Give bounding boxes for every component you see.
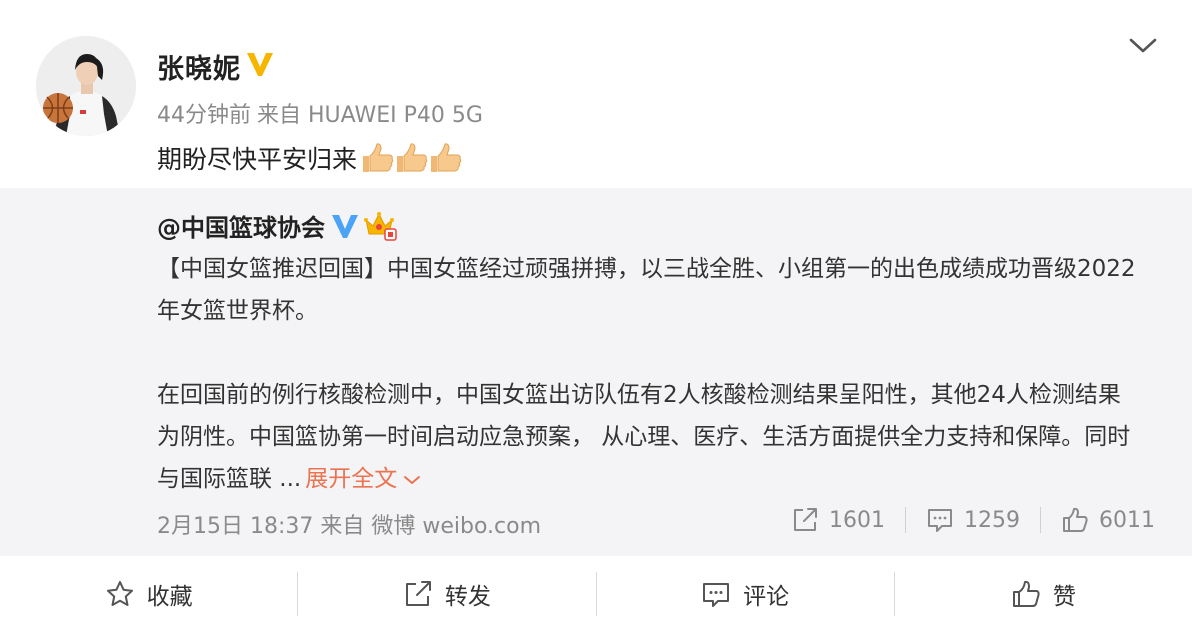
post-meta: 44分钟前 来自 HUAWEI P40 5G [157,97,489,129]
post-text-content: 期盼尽快平安归来 [157,145,358,174]
retweet-author-name[interactable]: @中国篮球协会 [157,208,325,243]
retweet-body: 【中国女篮推迟回国】中国女篮经过顽强拼搏，以三战全胜、小组第一的出色成绩成功晋级… [157,248,1142,500]
retweet-stats: 1601 1259 6011 [791,506,1155,534]
retweet-repost-count[interactable]: 1601 [791,506,885,534]
like-icon [1063,507,1088,532]
retweet-like-count[interactable]: 6011 [1061,506,1155,534]
like-label: 赞 [1052,584,1076,610]
retweet-author: @中国篮球协会 [157,208,397,243]
expand-label: 展开全文 [305,466,398,492]
like-button[interactable]: 赞 [895,556,1192,632]
retweet-card[interactable]: @中国篮球协会 【中国女篮推迟回国】中国女篮经过顽强拼搏，以三战全胜、小组第一的… [0,188,1192,556]
chevron-down-icon [404,475,421,484]
avatar[interactable] [36,36,136,136]
divider [1040,507,1041,533]
comment-count: 1259 [964,507,1020,533]
action-bar: 收藏 转发 评论 赞 [0,556,1192,632]
like-count: 6011 [1099,507,1155,533]
thumbs-up-emoji [431,143,462,172]
repost-icon [794,508,817,531]
thumbs-up-emoji [363,143,394,172]
retweet-paragraph: 在回国前的例行核酸检测中，中国女篮出访队伍有2人核酸检测结果呈阳性，其他24人检… [157,374,1142,500]
expand-full-text-link[interactable]: 展开全文 [305,466,421,492]
comment-icon [928,509,952,532]
post-time: 44分钟前 [157,103,251,128]
repost-label: 转发 [444,584,491,610]
thumbs-up-emoji [397,143,428,172]
comment-icon [703,583,730,607]
post-author-name[interactable]: 张晓妮 [157,47,241,86]
divider [905,507,906,533]
post-text: 期盼尽快平安归来 [157,140,462,176]
repost-icon [405,581,431,606]
retweet-paragraph-text: 在回国前的例行核酸检测中，中国女篮出访队伍有2人核酸检测结果呈阳性，其他24人检… [157,382,1131,492]
retweet-comment-count[interactable]: 1259 [926,506,1020,534]
retweet-paragraph: 【中国女篮推迟回国】中国女篮经过顽强拼搏，以三战全胜、小组第一的出色成绩成功晋级… [157,256,1136,324]
retweet-footer: 2月15日 18:37 来自 微博 weibo.com 1601 1259 60… [157,506,1157,540]
repost-button[interactable]: 转发 [298,556,595,632]
like-icon [1012,580,1040,607]
star-icon [106,581,133,606]
avatar-image [36,36,136,136]
favorite-button[interactable]: 收藏 [0,556,297,632]
vip-badge-icon [332,214,358,238]
favorite-label: 收藏 [146,584,193,610]
repost-count: 1601 [829,507,885,533]
retweet-timestamp: 2月15日 18:37 来自 微博 weibo.com [157,514,542,539]
vip-badge-icon [247,53,273,76]
comment-label: 评论 [743,584,790,610]
comment-button[interactable]: 评论 [597,556,894,632]
chevron-down-icon[interactable] [1128,34,1158,56]
crown-icon [364,211,397,241]
post-source: 来自 HUAWEI P40 5G [257,103,483,128]
thumbs-up-emojis [359,140,462,176]
